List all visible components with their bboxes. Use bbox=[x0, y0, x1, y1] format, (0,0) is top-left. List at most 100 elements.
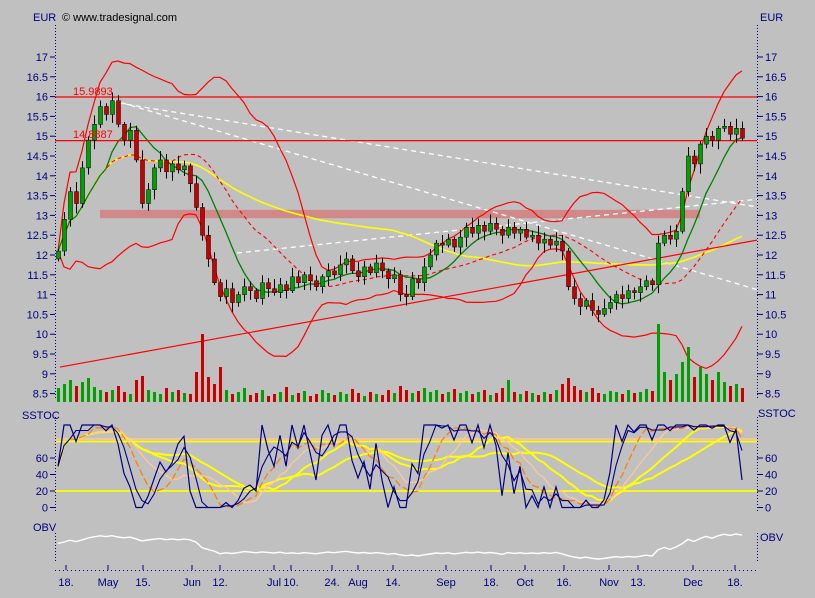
candle-body bbox=[710, 135, 715, 141]
x-axis-label: Oct bbox=[516, 577, 533, 589]
obv-line bbox=[57, 533, 743, 560]
candle-body bbox=[272, 288, 277, 293]
candle-body bbox=[728, 126, 733, 135]
price-tick-label-left: 12 bbox=[36, 250, 48, 262]
candle-body bbox=[500, 229, 505, 236]
x-axis-label: 13. bbox=[630, 577, 645, 589]
candle-body bbox=[236, 294, 241, 303]
candle-body bbox=[104, 106, 109, 115]
volume-bar bbox=[339, 392, 342, 402]
price-tick-label-left: 10 bbox=[36, 329, 48, 341]
candle-body bbox=[518, 229, 523, 234]
candle-body bbox=[674, 230, 679, 240]
price-tick-label-left: 16 bbox=[36, 92, 48, 104]
candle-body bbox=[290, 276, 295, 291]
candle-body bbox=[86, 139, 91, 169]
price-tick-label-right: 8.5 bbox=[765, 389, 780, 401]
red-trendline-1 bbox=[59, 239, 757, 368]
price-tick-label-left: 10.5 bbox=[27, 309, 48, 321]
volume-bar bbox=[255, 393, 258, 402]
volume-bar bbox=[261, 390, 264, 402]
volume-bar bbox=[411, 393, 414, 402]
volume-bar bbox=[573, 386, 576, 402]
obv-panel[interactable] bbox=[57, 533, 743, 560]
candle-body bbox=[188, 165, 193, 184]
volume-bar bbox=[453, 389, 456, 402]
volume-bar bbox=[471, 394, 474, 402]
candle-body bbox=[254, 290, 259, 299]
x-axis-label: 12. bbox=[212, 577, 227, 589]
sstoc-tick-label-right: 40 bbox=[765, 470, 777, 482]
candle-body bbox=[608, 302, 613, 309]
candle-body bbox=[392, 274, 397, 280]
volume-bar bbox=[93, 387, 96, 402]
candle-body bbox=[440, 242, 445, 246]
candle-body bbox=[68, 191, 73, 220]
x-axis-label: Aug bbox=[348, 577, 368, 589]
volume-bar bbox=[513, 392, 516, 402]
candle-body bbox=[554, 240, 559, 246]
x-axis-label: 18. bbox=[483, 577, 498, 589]
candle-body bbox=[56, 250, 61, 260]
price-tick-label-right: 16 bbox=[765, 92, 777, 104]
candle-body bbox=[458, 236, 463, 248]
candle-body bbox=[296, 276, 301, 283]
candle-body bbox=[632, 290, 637, 293]
volume-bar bbox=[201, 334, 204, 402]
candle-body bbox=[74, 191, 79, 204]
candle-body bbox=[278, 284, 283, 293]
candle-body bbox=[464, 227, 469, 238]
volume-bar bbox=[477, 392, 480, 402]
volume-bar bbox=[663, 372, 666, 402]
candle-body bbox=[170, 163, 175, 173]
candle-body bbox=[650, 280, 655, 285]
volume-bar bbox=[441, 394, 444, 402]
price-tick-label-right: 10.5 bbox=[765, 309, 786, 321]
candle-body bbox=[494, 223, 499, 230]
x-axis-label: May bbox=[98, 577, 119, 589]
volume-bar bbox=[405, 390, 408, 402]
obv-panel-title-right: OBV bbox=[760, 532, 784, 544]
volume-bar bbox=[693, 377, 696, 402]
candle-body bbox=[158, 159, 163, 169]
sstoc-tick-label-right: 20 bbox=[765, 486, 777, 498]
price-tick-label-right: 14.5 bbox=[765, 151, 786, 163]
volume-bar bbox=[333, 395, 336, 402]
sstoc-panel[interactable] bbox=[55, 422, 757, 510]
sstoc-tick-label-left: 0 bbox=[42, 503, 48, 515]
price-panel[interactable] bbox=[55, 60, 758, 402]
candle-body bbox=[230, 288, 235, 303]
currency-label-right: EUR bbox=[760, 12, 783, 24]
volume-bar bbox=[483, 390, 486, 402]
candle-body bbox=[332, 270, 337, 276]
sstoc-panel-title-left: SSTOC bbox=[22, 410, 60, 422]
volume-bar bbox=[243, 388, 246, 402]
price-tick-label-right: 15.5 bbox=[765, 111, 786, 123]
candle-body bbox=[536, 234, 541, 244]
volume-bar bbox=[141, 376, 144, 402]
volume-bar bbox=[303, 391, 306, 402]
volume-bar bbox=[687, 347, 690, 402]
volume-bar bbox=[219, 367, 222, 402]
volume-bar bbox=[669, 380, 672, 402]
price-tick-label-right: 13.5 bbox=[765, 191, 786, 203]
x-axis-label: Nov bbox=[599, 577, 619, 589]
x-axis-label: 10. bbox=[283, 577, 298, 589]
volume-bar bbox=[603, 394, 606, 402]
volume-bar bbox=[519, 394, 522, 402]
price-tick-label-left: 9.5 bbox=[33, 349, 48, 361]
volume-bar bbox=[369, 392, 372, 402]
candle-body bbox=[452, 238, 457, 248]
candle-body bbox=[260, 282, 265, 299]
volume-bar bbox=[99, 390, 102, 402]
candle-body bbox=[692, 155, 697, 165]
candle-body bbox=[386, 270, 391, 280]
candle-body bbox=[164, 159, 169, 173]
candle-body bbox=[416, 278, 421, 283]
volume-bar bbox=[177, 390, 180, 402]
x-axis-label: 18. bbox=[58, 577, 73, 589]
volume-bar bbox=[579, 390, 582, 402]
price-tick-label-left: 15 bbox=[36, 131, 48, 143]
candle-body bbox=[116, 100, 121, 125]
volume-bar bbox=[399, 386, 402, 402]
